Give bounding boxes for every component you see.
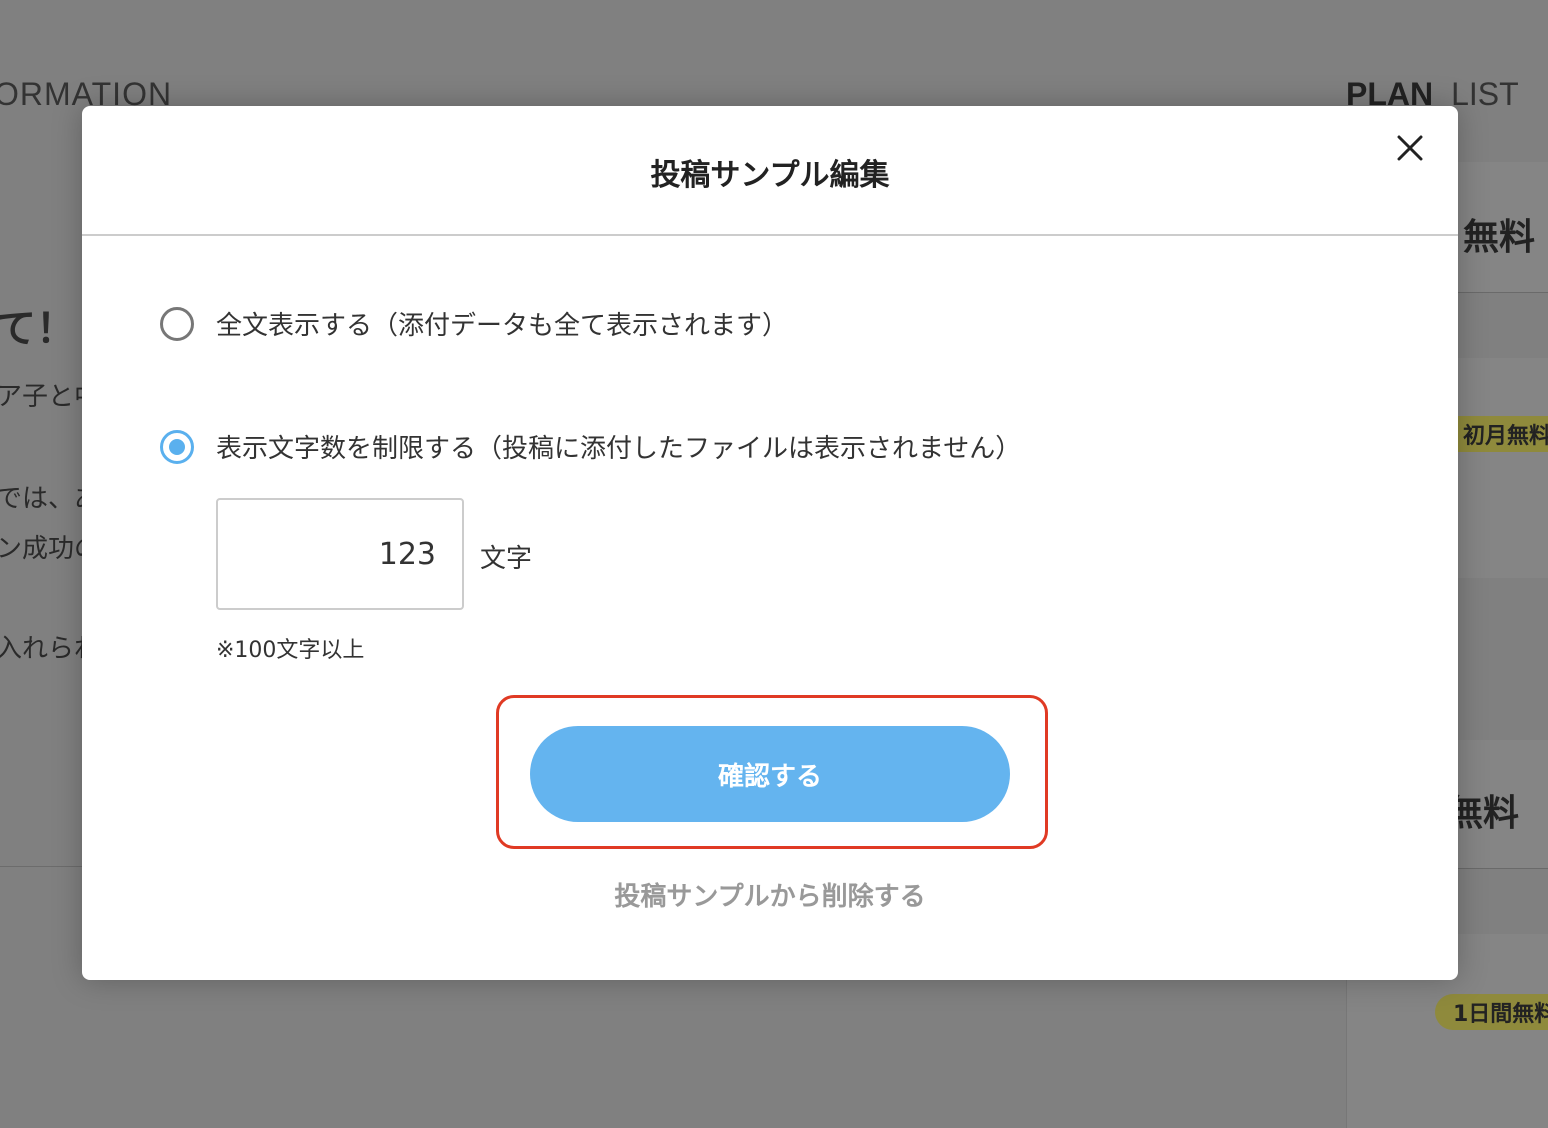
char-minimum-note: ※100文字以上 [216,638,365,663]
plan-badge: 初月無料 [1455,416,1548,452]
radio-full-text[interactable] [160,306,194,341]
char-count-input[interactable] [216,498,464,610]
option-label: 全文表示する（添付データも全て表示されます） [216,311,789,341]
delete-from-sample-link[interactable]: 投稿サンプルから削除する [82,876,1458,913]
modal-header: 投稿サンプル編集 [82,106,1458,236]
option-limit-chars[interactable]: 表示文字数を制限する（投稿に添付したファイルは表示されません） [160,428,1021,465]
char-unit-label: 文字 [480,544,533,574]
plan-badge: 1日間無料 [1435,994,1548,1030]
article-heading: て！ [0,306,76,352]
confirm-button[interactable]: 確認する [530,726,1010,822]
option-full-text[interactable]: 全文表示する（添付データも全て表示されます） [160,305,788,342]
divider [0,866,90,867]
option-label: 表示文字数を制限する（投稿に添付したファイルは表示されません） [216,434,1022,464]
nav-list: LIST [1451,76,1519,112]
edit-sample-modal: 投稿サンプル編集 全文表示する（添付データも全て表示されます） 表示文字数を制限… [82,106,1458,980]
modal-title: 投稿サンプル編集 [650,158,890,193]
radio-limit-chars[interactable] [160,429,194,464]
plan-title: 無料 [1463,217,1536,258]
close-icon[interactable] [1390,128,1430,168]
